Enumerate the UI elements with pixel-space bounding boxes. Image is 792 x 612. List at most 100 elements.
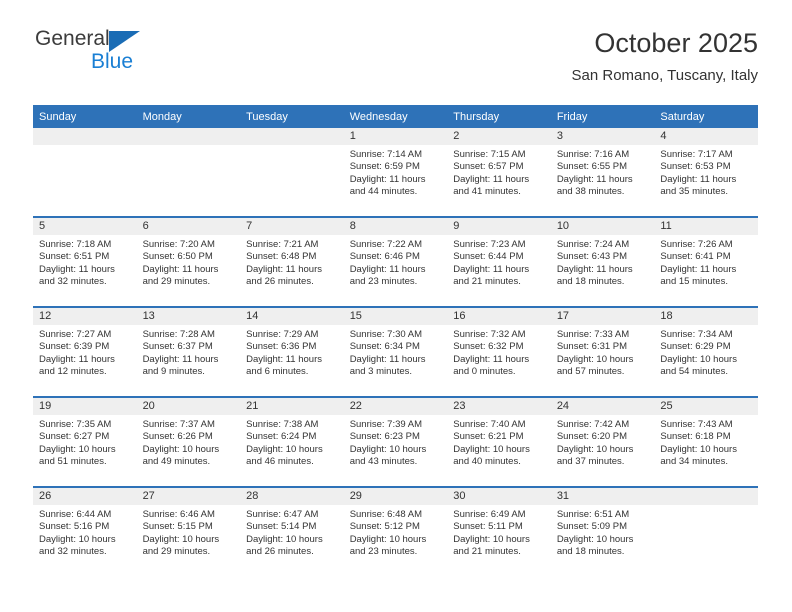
day-cell-inner: 14 Sunrise: 7:29 AM Sunset: 6:36 PM Dayligh… (240, 308, 344, 396)
calendar-day-cell[interactable]: 23 Sunrise: 7:40 AM Sunset: 6:21 PM Dayligh… (447, 396, 551, 487)
sunset-text: Sunset: 6:23 PM (349, 431, 420, 443)
day-details: Sunrise: 7:42 AM Sunset: 6:20 PM Daylight:… (551, 415, 655, 469)
day-details: Sunrise: 7:22 AM Sunset: 6:46 PM Daylight:… (344, 235, 448, 289)
day-number: 20 (136, 398, 241, 415)
daylight-text-line2: and 40 minutes. (453, 456, 521, 468)
daylight-text-line2: and 18 minutes. (556, 546, 625, 558)
calendar-day-cell[interactable]: 21 Sunrise: 7:38 AM Sunset: 6:24 PM Dayligh… (240, 396, 344, 487)
calendar-body: 1 Sunrise: 7:14 AM Sunset: 6:59 PM Daylight… (33, 128, 758, 576)
daylight-text-line2: and 32 minutes. (39, 276, 107, 288)
sunrise-text: Sunrise: 7:40 AM (453, 419, 526, 430)
day-number: 31 (550, 488, 655, 505)
sunset-text: Sunset: 6:51 PM (39, 251, 110, 263)
calendar-day-cell[interactable]: 22 Sunrise: 7:39 AM Sunset: 6:23 PM Dayligh… (343, 396, 448, 487)
calendar-day-cell[interactable]: 19 Sunrise: 7:35 AM Sunset: 6:27 PM Dayligh… (33, 396, 137, 487)
sunset-text: Sunset: 6:43 PM (556, 251, 628, 263)
calendar-day-cell[interactable]: 12 Sunrise: 7:27 AM Sunset: 6:39 PM Dayligh… (33, 306, 137, 397)
daylight-text-line1: Daylight: 11 hours (142, 263, 219, 275)
calendar-day-cell[interactable] (240, 128, 344, 217)
calendar-day-cell[interactable]: 29 Sunrise: 6:48 AM Sunset: 5:12 PM Dayligh… (343, 486, 448, 576)
calendar-day-cell[interactable]: 5 Sunrise: 7:18 AM Sunset: 6:51 PM Daylight… (33, 216, 137, 307)
day-number: 1 (343, 128, 448, 145)
sunset-text: Sunset: 6:27 PM (39, 431, 110, 443)
calendar-day-cell[interactable]: 28 Sunrise: 6:47 AM Sunset: 5:14 PM Dayligh… (240, 486, 344, 576)
sunrise-text: Sunrise: 7:17 AM (660, 149, 733, 160)
calendar-day-cell[interactable]: 15 Sunrise: 7:30 AM Sunset: 6:34 PM Dayligh… (343, 306, 448, 397)
daylight-text-line2: and 38 minutes. (556, 186, 625, 198)
calendar-day-cell[interactable]: 6 Sunrise: 7:20 AM Sunset: 6:50 PM Daylight… (136, 216, 241, 307)
calendar-day-cell[interactable] (33, 128, 137, 217)
sunrise-text: Sunrise: 7:14 AM (349, 149, 423, 160)
day-cell-inner (654, 488, 758, 576)
day-details: Sunrise: 7:28 AM Sunset: 6:37 PM Daylight:… (137, 325, 241, 379)
day-cell-inner: 22 Sunrise: 7:39 AM Sunset: 6:23 PM Dayligh… (343, 398, 448, 486)
calendar-day-cell[interactable]: 16 Sunrise: 7:32 AM Sunset: 6:32 PM Dayligh… (447, 306, 551, 397)
sunset-text: Sunset: 6:34 PM (349, 341, 420, 353)
calendar-day-cell[interactable]: 4 Sunrise: 7:17 AM Sunset: 6:53 PM Daylight… (654, 128, 758, 217)
calendar-day-cell[interactable]: 24 Sunrise: 7:42 AM Sunset: 6:20 PM Dayligh… (550, 396, 655, 487)
day-cell-inner: 26 Sunrise: 6:44 AM Sunset: 5:16 PM Dayligh… (33, 488, 137, 576)
daylight-text-line2: and 12 minutes. (39, 366, 107, 378)
daylight-text-line2: and 15 minutes. (660, 276, 728, 288)
calendar-day-cell[interactable]: 7 Sunrise: 7:21 AM Sunset: 6:48 PM Daylight… (240, 216, 344, 307)
day-details: Sunrise: 7:34 AM Sunset: 6:29 PM Daylight:… (654, 325, 758, 379)
daylight-text-line2: and 51 minutes. (39, 456, 107, 468)
day-cell-inner: 6 Sunrise: 7:20 AM Sunset: 6:50 PM Daylight… (136, 218, 241, 306)
day-number: 7 (240, 218, 344, 235)
calendar-day-cell[interactable]: 20 Sunrise: 7:37 AM Sunset: 6:26 PM Dayligh… (136, 396, 241, 487)
calendar-day-cell[interactable]: 3 Sunrise: 7:16 AM Sunset: 6:55 PM Daylight… (550, 128, 655, 217)
calendar-day-cell[interactable]: 13 Sunrise: 7:28 AM Sunset: 6:37 PM Dayligh… (136, 306, 241, 397)
daylight-text-line1: Daylight: 10 hours (453, 443, 530, 455)
calendar-day-cell[interactable]: 31 Sunrise: 6:51 AM Sunset: 5:09 PM Dayligh… (550, 486, 655, 576)
brand-logo[interactable]: General Blue (33, 26, 263, 88)
calendar-day-cell[interactable]: 11 Sunrise: 7:26 AM Sunset: 6:41 PM Dayligh… (654, 216, 758, 307)
day-number: 24 (550, 398, 655, 415)
calendar-day-cell[interactable]: 17 Sunrise: 7:33 AM Sunset: 6:31 PM Dayligh… (550, 306, 655, 397)
daylight-text-line2: and 35 minutes. (660, 186, 728, 198)
day-details: Sunrise: 7:38 AM Sunset: 6:24 PM Daylight:… (240, 415, 344, 469)
day-cell-inner (136, 128, 241, 216)
daylight-text-line1: Daylight: 10 hours (39, 443, 116, 455)
day-details: Sunrise: 7:23 AM Sunset: 6:44 PM Daylight:… (447, 235, 551, 289)
calendar-day-cell[interactable]: 27 Sunrise: 6:46 AM Sunset: 5:15 PM Dayligh… (136, 486, 241, 576)
day-cell-inner: 20 Sunrise: 7:37 AM Sunset: 6:26 PM Dayligh… (136, 398, 241, 486)
day-details: Sunrise: 7:14 AM Sunset: 6:59 PM Daylight:… (344, 145, 448, 199)
daylight-text-line1: Daylight: 10 hours (142, 443, 220, 455)
sunrise-text: Sunrise: 6:47 AM (246, 509, 319, 520)
day-number: 23 (447, 398, 551, 415)
calendar-day-cell[interactable]: 25 Sunrise: 7:43 AM Sunset: 6:18 PM Dayligh… (654, 396, 758, 487)
calendar-day-cell[interactable]: 9 Sunrise: 7:23 AM Sunset: 6:44 PM Daylight… (447, 216, 551, 307)
day-details: Sunrise: 7:20 AM Sunset: 6:50 PM Daylight:… (137, 235, 241, 289)
weekday-header-thursday: Thursday (447, 105, 551, 128)
calendar-day-cell[interactable]: 10 Sunrise: 7:24 AM Sunset: 6:43 PM Dayligh… (550, 216, 655, 307)
day-cell-inner: 11 Sunrise: 7:26 AM Sunset: 6:41 PM Dayligh… (654, 218, 758, 306)
day-details: Sunrise: 7:33 AM Sunset: 6:31 PM Daylight:… (551, 325, 655, 379)
day-cell-inner: 28 Sunrise: 6:47 AM Sunset: 5:14 PM Dayligh… (240, 488, 344, 576)
daylight-text-line1: Daylight: 10 hours (142, 533, 220, 545)
calendar-day-cell[interactable]: 30 Sunrise: 6:49 AM Sunset: 5:11 PM Dayligh… (447, 486, 551, 576)
calendar-day-cell[interactable]: 18 Sunrise: 7:34 AM Sunset: 6:29 PM Dayligh… (654, 306, 758, 397)
daylight-text-line1: Daylight: 11 hours (556, 263, 633, 275)
calendar-day-cell[interactable] (136, 128, 241, 217)
day-details: Sunrise: 6:46 AM Sunset: 5:15 PM Daylight:… (137, 505, 241, 559)
calendar-day-cell[interactable]: 8 Sunrise: 7:22 AM Sunset: 6:46 PM Daylight… (343, 216, 448, 307)
day-number: 28 (240, 488, 344, 505)
sunset-text: Sunset: 6:36 PM (246, 341, 317, 353)
day-details: Sunrise: 6:48 AM Sunset: 5:12 PM Daylight:… (344, 505, 448, 559)
calendar-header-row: Sunday Monday Tuesday Wednesday Thursday… (33, 105, 758, 128)
day-cell-inner: 12 Sunrise: 7:27 AM Sunset: 6:39 PM Dayligh… (33, 308, 137, 396)
daylight-text-line1: Daylight: 11 hours (349, 263, 426, 275)
calendar-day-cell[interactable]: 2 Sunrise: 7:15 AM Sunset: 6:57 PM Daylight… (447, 128, 551, 217)
day-cell-inner: 15 Sunrise: 7:30 AM Sunset: 6:34 PM Dayligh… (343, 308, 448, 396)
day-details (654, 505, 758, 509)
calendar-day-cell[interactable]: 14 Sunrise: 7:29 AM Sunset: 6:36 PM Dayligh… (240, 306, 344, 397)
daylight-text-line2: and 32 minutes. (39, 546, 107, 558)
sunset-text: Sunset: 6:50 PM (142, 251, 213, 263)
day-details: Sunrise: 6:44 AM Sunset: 5:16 PM Daylight:… (33, 505, 137, 559)
calendar-day-cell[interactable] (654, 486, 758, 576)
sunset-text: Sunset: 6:18 PM (660, 431, 731, 443)
daylight-text-line2: and 34 minutes. (660, 456, 728, 468)
calendar-day-cell[interactable]: 1 Sunrise: 7:14 AM Sunset: 6:59 PM Daylight… (343, 128, 448, 217)
calendar-day-cell[interactable]: 26 Sunrise: 6:44 AM Sunset: 5:16 PM Dayligh… (33, 486, 137, 576)
sunrise-text: Sunrise: 7:23 AM (453, 239, 526, 250)
